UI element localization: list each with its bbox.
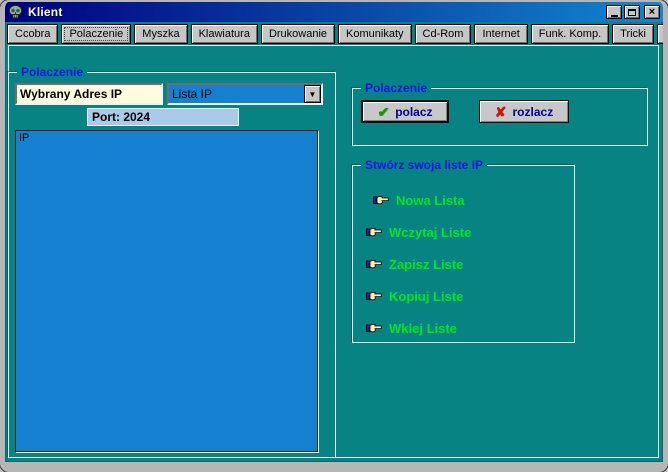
actions-groupbox: Polaczenie ✔ polacz ✘ rozlacz bbox=[352, 88, 648, 146]
save-list-item[interactable]: Zapisz Liste bbox=[353, 248, 574, 280]
chevron-down-icon: ▼ bbox=[309, 90, 317, 99]
new-list-label: Nowa Lista bbox=[396, 193, 465, 208]
check-icon: ✔ bbox=[377, 105, 389, 119]
port-label: Port: 2024 bbox=[87, 108, 239, 126]
tab-ccobra[interactable]: Ccobra bbox=[7, 24, 58, 44]
client-area: Polaczenie Lista IP ▼ Port: 2024 IP Pola… bbox=[5, 44, 663, 462]
window-title: Klient bbox=[28, 5, 63, 19]
titlebar[interactable]: Klient × bbox=[5, 2, 663, 22]
paste-list-label: Wklej Liste bbox=[389, 321, 457, 336]
copy-list-label: Kopiuj Liste bbox=[389, 289, 463, 304]
skull-icon bbox=[8, 5, 24, 20]
ip-listbox[interactable]: IP bbox=[15, 130, 318, 452]
ip-list-tools-title: Stwórz swoja liste IP bbox=[361, 158, 487, 172]
load-list-label: Wczytaj Liste bbox=[389, 225, 471, 240]
pointing-hand-icon bbox=[366, 322, 382, 334]
connection-groupbox: Polaczenie Lista IP ▼ Port: 2024 IP bbox=[8, 72, 336, 458]
load-list-item[interactable]: Wczytaj Liste bbox=[353, 216, 574, 248]
minimize-icon bbox=[611, 15, 618, 17]
app-window: Klient × Ccobra Polaczenie Myszka Klawia… bbox=[0, 0, 668, 472]
pointing-hand-icon bbox=[373, 194, 389, 206]
maximize-icon bbox=[628, 9, 636, 16]
tab-drukowanie[interactable]: Drukowanie bbox=[261, 24, 335, 44]
selected-ip-input[interactable] bbox=[15, 83, 163, 105]
maximize-button[interactable] bbox=[624, 5, 640, 19]
tab-internet[interactable]: Internet bbox=[474, 24, 527, 44]
combo-dropdown-button[interactable]: ▼ bbox=[304, 85, 321, 103]
tab-bar: Ccobra Polaczenie Myszka Klawiatura Druk… bbox=[5, 24, 663, 44]
minimize-button[interactable] bbox=[606, 5, 622, 19]
pointing-hand-icon bbox=[366, 258, 382, 270]
tab-pliki[interactable]: Pliki bbox=[657, 24, 668, 44]
connect-button-label: polacz bbox=[395, 105, 432, 119]
save-list-label: Zapisz Liste bbox=[389, 257, 463, 272]
connect-button[interactable]: ✔ polacz bbox=[361, 100, 449, 123]
ip-listbox-header: IP bbox=[16, 131, 317, 144]
new-list-item[interactable]: Nowa Lista bbox=[353, 184, 574, 216]
disconnect-button[interactable]: ✘ rozlacz bbox=[479, 100, 569, 123]
pointing-hand-icon bbox=[366, 290, 382, 302]
ip-list-tools: Nowa Lista Wczytaj Liste bbox=[353, 184, 574, 344]
tab-komunikaty[interactable]: Komunikaty bbox=[338, 24, 411, 44]
ip-list-select-value: Lista IP bbox=[169, 87, 304, 101]
close-icon: × bbox=[649, 7, 655, 17]
tab-cdrom[interactable]: Cd-Rom bbox=[415, 24, 472, 44]
tab-myszka[interactable]: Myszka bbox=[134, 24, 187, 44]
pointing-hand-icon bbox=[366, 226, 382, 238]
paste-list-item[interactable]: Wklej Liste bbox=[353, 312, 574, 344]
window-controls: × bbox=[606, 5, 660, 19]
close-button[interactable]: × bbox=[644, 5, 660, 19]
disconnect-button-label: rozlacz bbox=[513, 105, 554, 119]
tab-polaczenie[interactable]: Polaczenie bbox=[61, 24, 131, 44]
tab-funk-komp[interactable]: Funk. Komp. bbox=[531, 24, 609, 44]
ip-list-tools-groupbox: Stwórz swoja liste IP Nowa Lista bbox=[352, 165, 575, 343]
actions-group-title: Polaczenie bbox=[361, 81, 431, 95]
connection-group-title: Polaczenie bbox=[17, 65, 87, 79]
tab-tricki[interactable]: Tricki bbox=[612, 24, 654, 44]
ip-list-select[interactable]: Lista IP ▼ bbox=[167, 83, 323, 105]
copy-list-item[interactable]: Kopiuj Liste bbox=[353, 280, 574, 312]
x-icon: ✘ bbox=[495, 105, 507, 119]
tab-klawiatura[interactable]: Klawiatura bbox=[191, 24, 258, 44]
